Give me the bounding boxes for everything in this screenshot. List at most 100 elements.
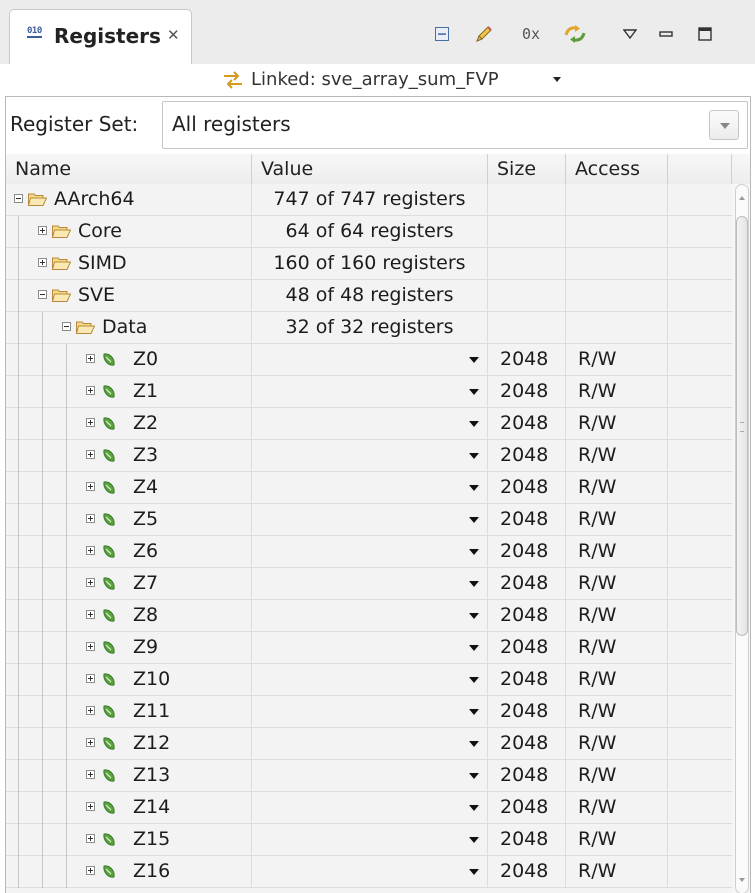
expand-icon[interactable] bbox=[86, 738, 95, 747]
tree-folder-row[interactable]: Core 64 of 64 registers bbox=[6, 216, 732, 248]
registers-tab[interactable]: 010 Registers ✕ bbox=[9, 9, 192, 64]
register-row[interactable]: Z15 2048 R/W bbox=[6, 824, 732, 856]
value-dropdown-icon[interactable] bbox=[469, 869, 479, 875]
value-cell[interactable] bbox=[252, 792, 488, 823]
scroll-up-icon[interactable] bbox=[739, 196, 745, 200]
maximize-button[interactable] bbox=[691, 21, 719, 47]
value-dropdown-icon[interactable] bbox=[469, 773, 479, 779]
value-cell[interactable] bbox=[252, 696, 488, 727]
value-dropdown-icon[interactable] bbox=[469, 517, 479, 523]
expand-icon[interactable] bbox=[38, 258, 47, 267]
register-row[interactable]: Z8 2048 R/W bbox=[6, 600, 732, 632]
minimize-button[interactable] bbox=[652, 21, 680, 47]
register-row[interactable]: Z4 2048 R/W bbox=[6, 472, 732, 504]
column-header-access[interactable]: Access bbox=[566, 154, 668, 184]
value-cell[interactable] bbox=[252, 856, 488, 887]
value-dropdown-icon[interactable] bbox=[469, 805, 479, 811]
expand-icon[interactable] bbox=[86, 482, 95, 491]
close-icon[interactable]: ✕ bbox=[167, 26, 180, 44]
register-row[interactable]: Z0 2048 R/W bbox=[6, 344, 732, 376]
column-header-name[interactable]: Name bbox=[6, 154, 252, 184]
register-row[interactable]: Z7 2048 R/W bbox=[6, 568, 732, 600]
value-cell[interactable] bbox=[252, 376, 488, 407]
register-row[interactable]: Z9 2048 R/W bbox=[6, 632, 732, 664]
linked-context-bar[interactable]: Linked: sve_array_sum_FVP bbox=[0, 64, 755, 96]
column-header-value[interactable]: Value bbox=[252, 154, 488, 184]
tree-folder-row[interactable]: SVE 48 of 48 registers bbox=[6, 280, 732, 312]
value-dropdown-icon[interactable] bbox=[469, 581, 479, 587]
refresh-button[interactable] bbox=[561, 21, 589, 47]
column-header-size[interactable]: Size bbox=[488, 154, 566, 184]
value-cell[interactable] bbox=[252, 664, 488, 695]
value-dropdown-icon[interactable] bbox=[469, 645, 479, 651]
expand-icon[interactable] bbox=[86, 514, 95, 523]
register-row[interactable]: Z12 2048 R/W bbox=[6, 728, 732, 760]
register-row[interactable]: Z16 2048 R/W bbox=[6, 856, 732, 888]
scroll-down-icon[interactable] bbox=[739, 878, 745, 882]
value-cell[interactable] bbox=[252, 408, 488, 439]
expand-icon[interactable] bbox=[86, 866, 95, 875]
value-dropdown-icon[interactable] bbox=[469, 613, 479, 619]
value-dropdown-icon[interactable] bbox=[469, 741, 479, 747]
register-row[interactable]: Z6 2048 R/W bbox=[6, 536, 732, 568]
value-dropdown-icon[interactable] bbox=[469, 837, 479, 843]
hex-format-button[interactable]: 0x bbox=[517, 21, 545, 47]
view-menu-button[interactable] bbox=[616, 21, 644, 47]
register-row[interactable]: Z5 2048 R/W bbox=[6, 504, 732, 536]
value-dropdown-icon[interactable] bbox=[469, 709, 479, 715]
access-cell: R/W bbox=[566, 504, 668, 535]
expand-icon[interactable] bbox=[86, 546, 95, 555]
register-row[interactable]: Z2 2048 R/W bbox=[6, 408, 732, 440]
value-dropdown-icon[interactable] bbox=[469, 421, 479, 427]
expand-icon[interactable] bbox=[86, 642, 95, 651]
expand-icon[interactable] bbox=[38, 226, 47, 235]
register-row[interactable]: Z14 2048 R/W bbox=[6, 792, 732, 824]
register-row[interactable]: Z1 2048 R/W bbox=[6, 376, 732, 408]
value-cell[interactable] bbox=[252, 440, 488, 471]
value-dropdown-icon[interactable] bbox=[469, 677, 479, 683]
value-cell[interactable] bbox=[252, 728, 488, 759]
expand-icon[interactable] bbox=[86, 450, 95, 459]
value-dropdown-icon[interactable] bbox=[469, 357, 479, 363]
collapse-all-button[interactable] bbox=[428, 21, 456, 47]
chevron-down-icon[interactable] bbox=[709, 110, 739, 140]
value-cell[interactable] bbox=[252, 760, 488, 791]
register-row[interactable]: Z3 2048 R/W bbox=[6, 440, 732, 472]
collapse-icon[interactable] bbox=[38, 290, 47, 299]
expand-icon[interactable] bbox=[86, 354, 95, 363]
value-cell[interactable] bbox=[252, 600, 488, 631]
vertical-scrollbar[interactable] bbox=[732, 184, 750, 893]
expand-icon[interactable] bbox=[86, 706, 95, 715]
value-cell[interactable] bbox=[252, 344, 488, 375]
value-cell[interactable] bbox=[252, 536, 488, 567]
expand-icon[interactable] bbox=[86, 770, 95, 779]
value-dropdown-icon[interactable] bbox=[469, 485, 479, 491]
link-dropdown-icon[interactable] bbox=[553, 77, 561, 82]
value-cell[interactable] bbox=[252, 472, 488, 503]
register-set-select[interactable]: All registers bbox=[162, 101, 748, 149]
value-dropdown-icon[interactable] bbox=[469, 549, 479, 555]
value-dropdown-icon[interactable] bbox=[469, 453, 479, 459]
registers-panel: Register Set: All registers Name Value S… bbox=[5, 96, 751, 893]
expand-icon[interactable] bbox=[86, 386, 95, 395]
tree-folder-row[interactable]: Data 32 of 32 registers bbox=[6, 312, 732, 344]
value-cell[interactable] bbox=[252, 632, 488, 663]
expand-icon[interactable] bbox=[86, 578, 95, 587]
expand-icon[interactable] bbox=[86, 674, 95, 683]
expand-icon[interactable] bbox=[86, 834, 95, 843]
tree-folder-row[interactable]: SIMD 160 of 160 registers bbox=[6, 248, 732, 280]
value-cell[interactable] bbox=[252, 504, 488, 535]
register-row[interactable]: Z11 2048 R/W bbox=[6, 696, 732, 728]
expand-icon[interactable] bbox=[86, 802, 95, 811]
value-cell[interactable] bbox=[252, 824, 488, 855]
register-row[interactable]: Z10 2048 R/W bbox=[6, 664, 732, 696]
collapse-icon[interactable] bbox=[14, 194, 23, 203]
expand-icon[interactable] bbox=[86, 418, 95, 427]
collapse-icon[interactable] bbox=[62, 322, 71, 331]
value-cell[interactable] bbox=[252, 568, 488, 599]
register-row[interactable]: Z13 2048 R/W bbox=[6, 760, 732, 792]
expand-icon[interactable] bbox=[86, 610, 95, 619]
edit-register-button[interactable] bbox=[470, 21, 498, 47]
tree-folder-row[interactable]: AArch64 747 of 747 registers bbox=[6, 184, 732, 216]
value-dropdown-icon[interactable] bbox=[469, 389, 479, 395]
